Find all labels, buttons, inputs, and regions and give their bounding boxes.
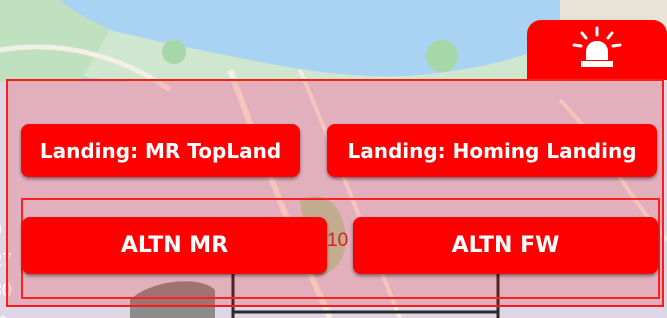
scale-label: 10 bbox=[327, 230, 349, 251]
emergency-tab[interactable] bbox=[527, 20, 667, 80]
landing-homing-button[interactable]: Landing: Homing Landing bbox=[327, 124, 657, 177]
landing-mr-topland-button[interactable]: Landing: MR TopLand bbox=[21, 124, 300, 177]
altn-fw-button[interactable]: ALTN FW bbox=[353, 217, 658, 274]
altn-mr-button[interactable]: ALTN MR bbox=[22, 217, 327, 274]
alarm-beacon-icon bbox=[570, 26, 624, 74]
